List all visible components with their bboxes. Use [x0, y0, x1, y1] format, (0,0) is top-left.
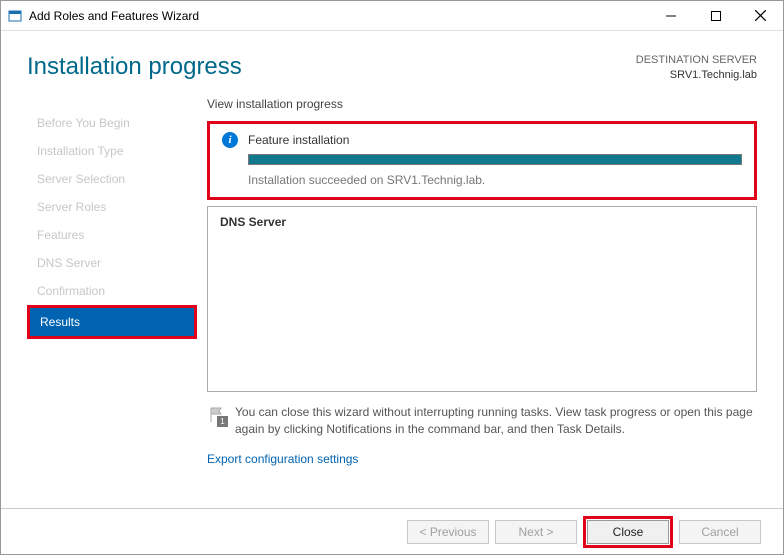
close-button[interactable]: Close [587, 520, 669, 544]
cancel-button: Cancel [679, 520, 761, 544]
app-icon [7, 8, 23, 24]
progress-bar [248, 154, 742, 165]
window-titlebar: Add Roles and Features Wizard [1, 1, 783, 31]
export-settings-link[interactable]: Export configuration settings [207, 452, 358, 466]
close-window-button[interactable] [738, 1, 783, 31]
step-results[interactable]: Results [30, 308, 194, 336]
installation-message: Installation succeeded on SRV1.Technig.l… [248, 173, 742, 187]
destination-info: DESTINATION SERVER SRV1.Technig.lab [636, 53, 757, 83]
info-icon: i [222, 132, 238, 148]
step-server-roles: Server Roles [27, 193, 197, 221]
feature-list: DNS Server [207, 206, 757, 392]
installation-status-box: i Feature installation Installation succ… [207, 121, 757, 200]
next-button: Next > [495, 520, 577, 544]
wizard-sidebar: Before You Begin Installation Type Serve… [27, 89, 197, 469]
window-title: Add Roles and Features Wizard [29, 9, 648, 23]
feature-item: DNS Server [220, 215, 744, 229]
previous-button: < Previous [407, 520, 489, 544]
hint-row: 1 You can close this wizard without inte… [207, 404, 757, 439]
installation-title: Feature installation [248, 133, 349, 147]
step-dns-server: DNS Server [27, 249, 197, 277]
step-installation-type: Installation Type [27, 137, 197, 165]
step-before-you-begin: Before You Begin [27, 109, 197, 137]
wizard-footer: < Previous Next > Close Cancel [1, 508, 783, 554]
maximize-button[interactable] [693, 1, 738, 31]
notifications-count-badge: 1 [217, 416, 228, 427]
step-confirmation: Confirmation [27, 277, 197, 305]
step-server-selection: Server Selection [27, 165, 197, 193]
wizard-main: View installation progress i Feature ins… [207, 89, 757, 469]
destination-label: DESTINATION SERVER [636, 53, 757, 68]
main-subtitle: View installation progress [207, 97, 757, 111]
page-title: Installation progress [27, 53, 242, 83]
hint-text: You can close this wizard without interr… [235, 404, 757, 439]
wizard-header: Installation progress DESTINATION SERVER… [1, 31, 783, 89]
notifications-flag-icon: 1 [207, 406, 225, 424]
step-features: Features [27, 221, 197, 249]
destination-server: SRV1.Technig.lab [636, 68, 757, 83]
minimize-button[interactable] [648, 1, 693, 31]
